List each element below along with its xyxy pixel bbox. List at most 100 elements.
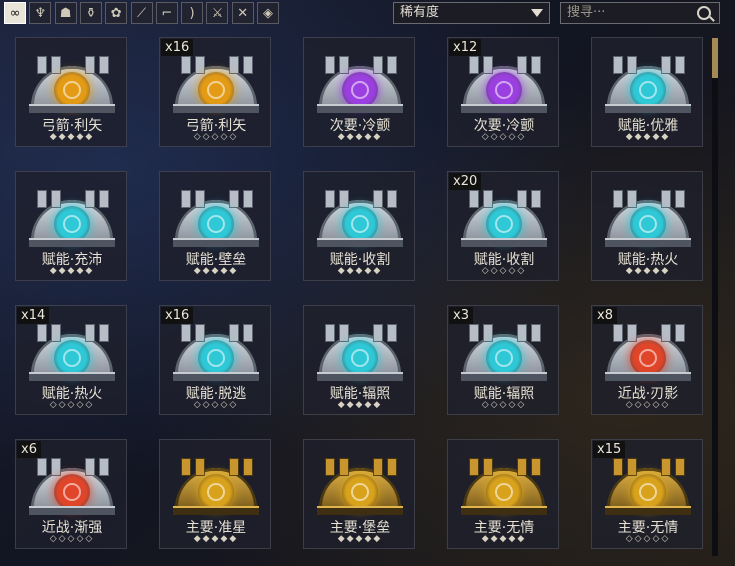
- mod-frame-prong: [243, 458, 253, 476]
- mod-card[interactable]: x12 次要·冷颤 ◇◇◇◇◇: [447, 37, 559, 147]
- mod-base: [317, 506, 403, 515]
- mod-card[interactable]: x8 近战·刃影 ◇◇◇◇◇: [591, 305, 703, 415]
- mod-frame-prong: [661, 324, 671, 342]
- mod-gem-icon: [342, 72, 378, 108]
- mod-icon: [29, 320, 115, 381]
- mod-card[interactable]: 主要·准星 ◆◆◆◆◆: [159, 439, 271, 549]
- search-icon[interactable]: [697, 6, 711, 20]
- mod-card[interactable]: 主要·无情 ◆◆◆◆◆: [447, 439, 559, 549]
- mod-frame-prong: [325, 190, 335, 208]
- mod-base: [317, 104, 403, 113]
- mod-card[interactable]: x3 赋能·辐照 ◇◇◇◇◇: [447, 305, 559, 415]
- mod-frame-prong: [325, 458, 335, 476]
- mod-icon: [461, 186, 547, 247]
- mod-base: [173, 506, 259, 515]
- mod-frame-prong: [51, 324, 61, 342]
- mod-icon: [317, 186, 403, 247]
- mod-card[interactable]: 赋能·充沛 ◆◆◆◆◆: [15, 171, 127, 281]
- mod-gem-icon: [486, 474, 522, 510]
- pistol-icon[interactable]: ⌐: [155, 2, 178, 24]
- infinity-icon[interactable]: ∞: [4, 2, 26, 24]
- mod-base: [317, 372, 403, 381]
- mod-frame-prong: [627, 190, 637, 208]
- mod-card[interactable]: x6 近战·渐强 ◇◇◇◇◇: [15, 439, 127, 549]
- mod-frame-prong: [339, 56, 349, 74]
- sort-dropdown-label: 稀有度: [400, 5, 440, 20]
- scrollbar-thumb[interactable]: [712, 38, 718, 78]
- mod-icon: [461, 454, 547, 515]
- mod-icon: [605, 186, 691, 247]
- wings-icon[interactable]: ♆: [29, 2, 52, 24]
- mod-card[interactable]: x16 弓箭·利矢 ◇◇◇◇◇: [159, 37, 271, 147]
- mod-frame-prong: [483, 324, 493, 342]
- mod-frame-prong: [469, 324, 479, 342]
- search-input[interactable]: 搜寻···: [560, 2, 720, 24]
- mod-frame-prong: [469, 190, 479, 208]
- mod-rank-pips: ◆◆◆◆◆: [625, 132, 671, 142]
- mod-frame-prong: [531, 458, 541, 476]
- mod-card[interactable]: 赋能·热火 ◆◆◆◆◆: [591, 171, 703, 281]
- mod-frame-prong: [85, 458, 95, 476]
- mod-frame-prong: [675, 190, 685, 208]
- mod-frame-prong: [675, 458, 685, 476]
- bust-icon[interactable]: ☗: [54, 2, 77, 24]
- mod-frame-prong: [387, 56, 397, 74]
- mod-frame-prong: [99, 458, 109, 476]
- mod-frame-prong: [99, 56, 109, 74]
- mod-card[interactable]: 弓箭·利矢 ◆◆◆◆◆: [15, 37, 127, 147]
- mod-rank-pips: ◇◇◇◇◇: [625, 400, 671, 410]
- mod-icon: [29, 52, 115, 113]
- urn-icon[interactable]: ⚱: [79, 2, 102, 24]
- mod-frame-prong: [627, 324, 637, 342]
- mod-frame-prong: [195, 56, 205, 74]
- mod-card[interactable]: x15 主要·无情 ◇◇◇◇◇: [591, 439, 703, 549]
- mod-rank-pips: ◇◇◇◇◇: [625, 534, 671, 544]
- mod-frame-prong: [517, 324, 527, 342]
- mod-frame-prong: [373, 56, 383, 74]
- mod-frame-prong: [37, 190, 47, 208]
- mod-card[interactable]: x14 赋能·热火 ◇◇◇◇◇: [15, 305, 127, 415]
- mod-frame-prong: [325, 56, 335, 74]
- mod-icon: [605, 320, 691, 381]
- mod-frame-prong: [387, 458, 397, 476]
- mod-base: [461, 372, 547, 381]
- mod-base: [29, 104, 115, 113]
- mod-card[interactable]: 赋能·辐照 ◆◆◆◆◆: [303, 305, 415, 415]
- mod-grid: 弓箭·利矢 ◆◆◆◆◆ x16 弓箭·利矢 ◇◇◇◇◇ 次要·冷颤 ◆◆◆◆◆ x12 次要·冷…: [0, 28, 710, 566]
- companion-icon[interactable]: ◈: [257, 2, 279, 24]
- mod-frame-prong: [229, 324, 239, 342]
- mod-frame-prong: [195, 458, 205, 476]
- mod-gem-icon: [198, 340, 234, 376]
- mod-rank-pips: ◇◇◇◇◇: [49, 400, 95, 410]
- mod-icon: [29, 186, 115, 247]
- mod-card[interactable]: 主要·堡垒 ◆◆◆◆◆: [303, 439, 415, 549]
- mod-card[interactable]: 赋能·壁垒 ◆◆◆◆◆: [159, 171, 271, 281]
- mod-frame-prong: [181, 56, 191, 74]
- mod-frame-prong: [195, 190, 205, 208]
- mod-rank-pips: ◆◆◆◆◆: [193, 266, 239, 276]
- mod-card[interactable]: x16 赋能·脱逃 ◇◇◇◇◇: [159, 305, 271, 415]
- mod-frame-prong: [517, 458, 527, 476]
- sword-icon[interactable]: ⚔: [206, 2, 229, 24]
- crossed-blades-icon[interactable]: ✕: [231, 2, 254, 24]
- mod-card[interactable]: x20 赋能·收割 ◇◇◇◇◇: [447, 171, 559, 281]
- mod-frame-prong: [613, 458, 623, 476]
- mod-frame-prong: [517, 56, 527, 74]
- lotus-icon[interactable]: ✿: [105, 2, 128, 24]
- mod-base: [29, 506, 115, 515]
- bow-icon[interactable]: ): [181, 2, 204, 24]
- mod-frame-prong: [37, 324, 47, 342]
- mod-card[interactable]: 次要·冷颤 ◆◆◆◆◆: [303, 37, 415, 147]
- mod-gem-icon: [198, 206, 234, 242]
- mod-frame-prong: [517, 190, 527, 208]
- rifle-icon[interactable]: ⟋: [130, 2, 153, 24]
- mod-gem-icon: [630, 72, 666, 108]
- mod-card[interactable]: 赋能·收割 ◆◆◆◆◆: [303, 171, 415, 281]
- mod-icon: [605, 454, 691, 515]
- mod-gem-icon: [486, 340, 522, 376]
- scrollbar[interactable]: [712, 38, 718, 556]
- mod-card[interactable]: 赋能·优雅 ◆◆◆◆◆: [591, 37, 703, 147]
- mod-frame-prong: [37, 56, 47, 74]
- mod-gem-icon: [630, 206, 666, 242]
- sort-dropdown[interactable]: 稀有度: [393, 2, 550, 24]
